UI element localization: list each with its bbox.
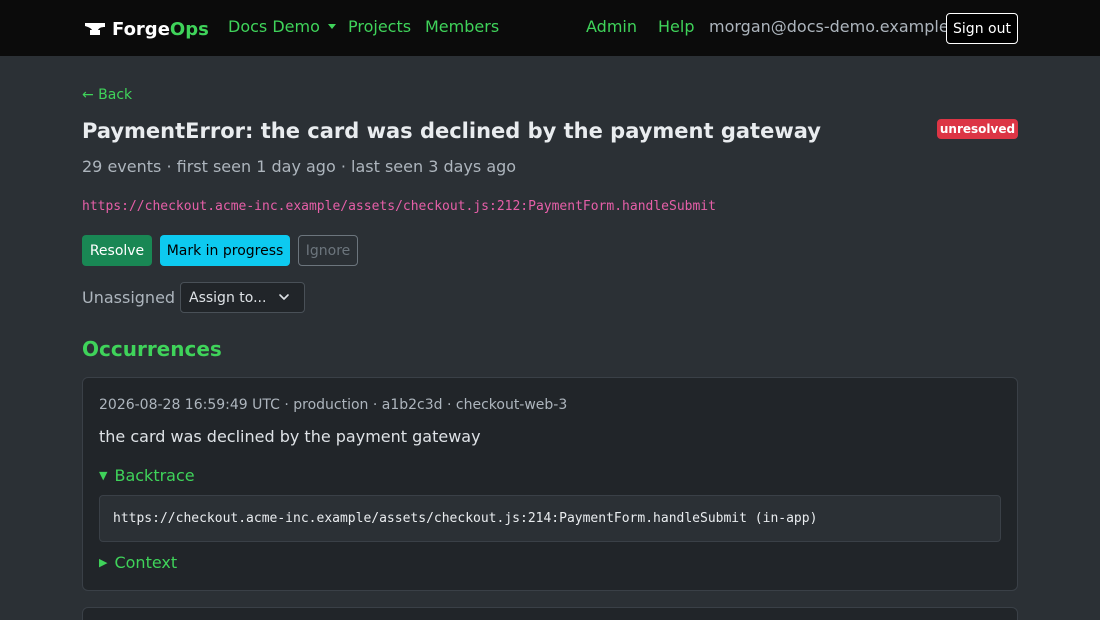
brand-logo-link[interactable]: ForgeOps [84,16,209,42]
sign-out-button[interactable]: Sign out [946,13,1018,44]
back-link[interactable]: ← Back [82,87,132,103]
user-email: morgan@docs-demo.example [709,17,949,36]
chevron-down-icon [279,294,289,300]
nav-help-link[interactable]: Help [658,17,694,36]
backtrace-frame: https://checkout.acme-inc.example/assets… [99,495,1001,542]
ignore-button[interactable]: Ignore [298,235,358,266]
occurrence-card: 2026-08-28 16:59:49 UTC · production · a… [82,377,1018,591]
nav-admin-link[interactable]: Admin [586,17,637,36]
nav-projects-link[interactable]: Projects [348,17,411,36]
triangle-right-icon: ▶ [99,556,108,569]
mark-in-progress-button[interactable]: Mark in progress [160,235,290,266]
org-dropdown[interactable]: Docs Demo [228,17,336,36]
context-toggle[interactable]: ▶ Context [99,553,177,572]
org-dropdown-label: Docs Demo [228,17,320,36]
context-label: Context [114,553,178,572]
assign-select[interactable]: Assign to... [180,282,305,313]
issue-meta: 29 events · first seen 1 day ago · last … [82,157,517,176]
assign-select-value: Assign to... [189,289,267,306]
status-badge: unresolved [937,119,1018,139]
nav-members-link[interactable]: Members [425,17,499,36]
triangle-down-icon: ▼ [99,469,108,482]
assignee-label: Unassigned [82,288,176,307]
issue-location: https://checkout.acme-inc.example/assets… [82,199,716,214]
issue-title: PaymentError: the card was declined by t… [82,119,821,143]
brand-name-ops: Ops [169,18,209,40]
backtrace-toggle[interactable]: ▼ Backtrace [99,466,195,485]
occurrences-heading: Occurrences [82,337,222,361]
caret-down-icon [327,24,336,29]
anvil-icon [85,23,105,35]
resolve-button[interactable]: Resolve [82,235,152,266]
top-navbar: ForgeOps Docs Demo Projects Members Admi… [0,0,1100,56]
occurrence-card-next [82,607,1018,620]
backtrace-label: Backtrace [114,466,195,485]
occurrence-message: the card was declined by the payment gat… [99,427,481,446]
brand-name-forge: Forge [112,18,170,40]
occurrence-meta: 2026-08-28 16:59:49 UTC · production · a… [99,397,568,413]
